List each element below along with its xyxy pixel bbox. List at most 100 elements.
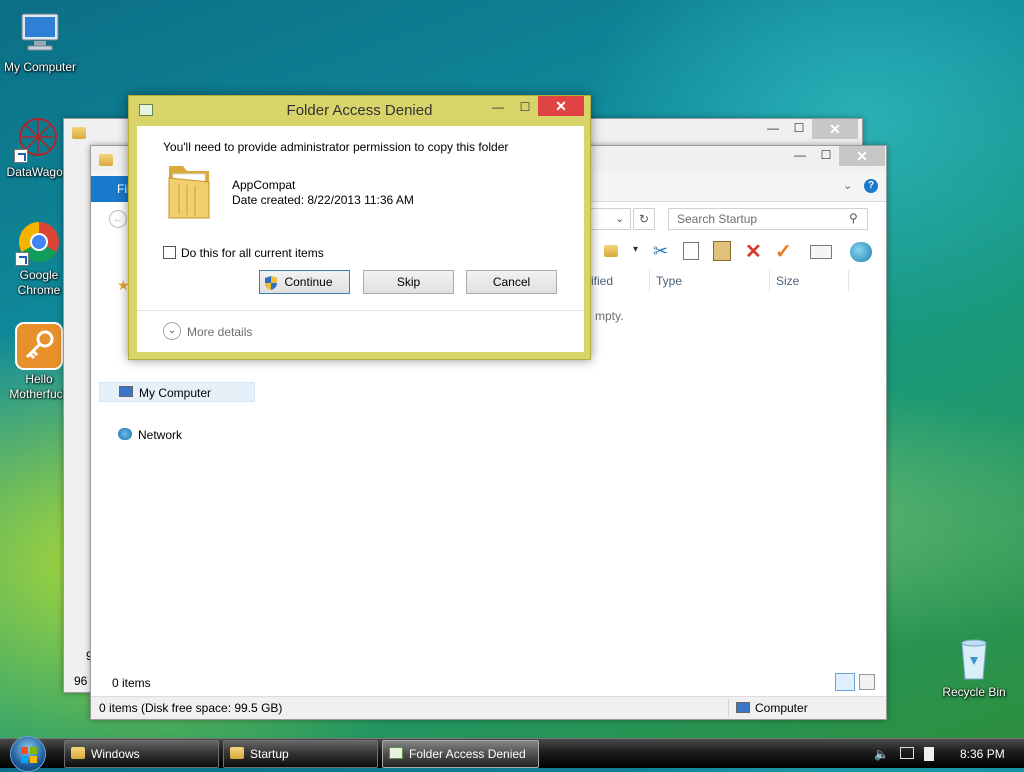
items-count: 0 items	[112, 676, 151, 690]
continue-label: Continue	[284, 275, 333, 289]
back-arrow-icon[interactable]: ←	[109, 210, 127, 228]
shortcut-arrow-icon	[14, 149, 28, 163]
status-location: Computer	[755, 701, 808, 715]
continue-button[interactable]: Continue	[259, 270, 350, 294]
skip-button[interactable]: Skip	[363, 270, 454, 294]
recycle-bin-icon	[950, 635, 998, 683]
refresh-icon[interactable]: ↻	[633, 208, 655, 230]
taskbar-button-startup[interactable]: Startup	[223, 740, 378, 768]
status-divider	[728, 699, 729, 717]
chrome-icon	[15, 218, 63, 266]
new-folder-icon[interactable]	[604, 245, 618, 257]
desktop-icon-label: Recycle Bin	[942, 685, 1006, 699]
chevron-down-icon[interactable]: ⌄	[843, 179, 852, 192]
cut-icon[interactable]: ✂	[653, 241, 668, 262]
chevron-down-icon[interactable]: ▾	[633, 244, 638, 255]
column-divider	[848, 270, 849, 292]
folder-icon	[71, 747, 85, 759]
folder-access-denied-dialog[interactable]: Folder Access Denied — ☐ ✕ You'll need t…	[128, 95, 591, 360]
details-view-icon[interactable]	[835, 673, 855, 691]
column-header-date-modified[interactable]: ified	[591, 274, 613, 288]
clock[interactable]: 8:36 PM	[960, 747, 1005, 761]
column-divider	[649, 270, 650, 292]
uac-shield-icon	[265, 275, 277, 290]
empty-folder-message: mpty.	[595, 309, 624, 323]
delete-icon[interactable]: ✕	[745, 239, 762, 264]
desktop-icon-recycle-bin[interactable]: Recycle Bin	[934, 635, 1014, 700]
network-icon[interactable]	[900, 747, 914, 759]
computer-icon	[736, 702, 750, 713]
search-input[interactable]: Search Startup	[677, 212, 757, 226]
column-header-size[interactable]: Size	[776, 274, 799, 288]
paste-icon[interactable]	[713, 241, 731, 261]
datawagon-icon	[14, 115, 62, 163]
apply-all-checkbox[interactable]	[163, 246, 176, 259]
properties-icon[interactable]	[850, 242, 872, 262]
nav-item-my-computer[interactable]: My Computer	[99, 382, 255, 402]
status-bar: 0 items (Disk free space: 99.5 GB) Compu…	[91, 696, 886, 719]
status-free-space: 0 items (Disk free space: 99.5 GB)	[99, 701, 283, 715]
folder-icon	[230, 747, 244, 759]
more-details-toggle[interactable]: ⌄ More details	[163, 322, 283, 342]
toolbar: ▾ ✂ ✕ ✓	[591, 236, 886, 268]
chevron-down-icon[interactable]: ⌄	[615, 212, 624, 225]
desktop-icon-my-computer[interactable]: My Computer	[0, 10, 80, 75]
maximize-button[interactable]: ☐	[786, 119, 812, 139]
nav-item-label: My Computer	[139, 386, 212, 400]
close-button[interactable]: ✕	[538, 96, 584, 116]
dialog-body: You'll need to provide administrator per…	[137, 126, 584, 352]
computer-icon	[119, 386, 133, 397]
nav-item-network[interactable]: Network	[99, 425, 255, 445]
column-header-type[interactable]: Type	[656, 274, 682, 288]
windows-logo-icon	[21, 747, 37, 763]
volume-muted-icon[interactable]: 🔈	[874, 747, 889, 761]
cancel-button[interactable]: Cancel	[466, 270, 557, 294]
taskbar: Windows Startup Folder Access Denied 🔈 8…	[0, 736, 1024, 772]
address-bar[interactable]: ⌄	[591, 208, 631, 230]
cancel-label: Cancel	[492, 275, 531, 289]
dialog-titlebar[interactable]: Folder Access Denied — ☐ ✕	[129, 96, 590, 126]
help-icon[interactable]: ?	[864, 179, 878, 193]
back-window-status-fragment: 96	[74, 674, 88, 688]
dialog-divider	[137, 310, 584, 311]
maximize-button[interactable]: ☐	[512, 98, 538, 118]
minimize-button[interactable]: —	[485, 98, 511, 118]
my-computer-icon	[16, 10, 64, 58]
skip-label: Skip	[396, 275, 421, 289]
dialog-message: You'll need to provide administrator per…	[163, 140, 509, 154]
key-icon	[15, 322, 63, 370]
checkmark-icon[interactable]: ✓	[775, 239, 792, 264]
maximize-button[interactable]: ☐	[813, 146, 839, 166]
close-button[interactable]: ✕	[839, 146, 885, 166]
search-box[interactable]: Search Startup ⚲	[668, 208, 868, 230]
folder-date-created: Date created: 8/22/2013 11:36 AM	[232, 193, 414, 207]
desktop-icon-label: DataWagon	[6, 165, 70, 179]
folder-icon	[99, 154, 113, 166]
system-tray: 🔈 8:36 PM	[860, 739, 1024, 769]
minimize-button[interactable]: —	[787, 146, 813, 166]
taskbar-button-label: Folder Access Denied	[409, 747, 526, 761]
start-button[interactable]	[10, 736, 46, 772]
taskbar-button-windows[interactable]: Windows	[64, 740, 219, 768]
rename-icon[interactable]	[810, 245, 832, 259]
taskbar-button-label: Startup	[250, 747, 289, 761]
chevron-down-icon: ⌄	[163, 322, 181, 340]
minimize-button[interactable]: —	[760, 119, 786, 139]
large-icons-view-icon[interactable]	[859, 674, 875, 690]
taskbar-button-folder-access-denied[interactable]: Folder Access Denied	[382, 740, 539, 768]
network-icon	[118, 428, 132, 440]
desktop-icon-label: My Computer	[3, 60, 77, 74]
column-divider	[769, 270, 770, 292]
file-tab[interactable]: Fil	[91, 176, 131, 202]
copy-dialog-icon	[389, 747, 403, 759]
taskbar-button-label: Windows	[91, 747, 140, 761]
search-icon[interactable]: ⚲	[849, 211, 858, 225]
folder-icon	[72, 127, 86, 139]
nav-item-label: Network	[138, 428, 183, 442]
more-details-label: More details	[187, 325, 253, 339]
action-center-icon[interactable]	[924, 747, 934, 761]
copy-icon[interactable]	[683, 242, 699, 260]
folder-icon	[165, 160, 213, 222]
apply-all-label[interactable]: Do this for all current items	[181, 246, 324, 260]
close-button[interactable]: ✕	[812, 119, 858, 139]
